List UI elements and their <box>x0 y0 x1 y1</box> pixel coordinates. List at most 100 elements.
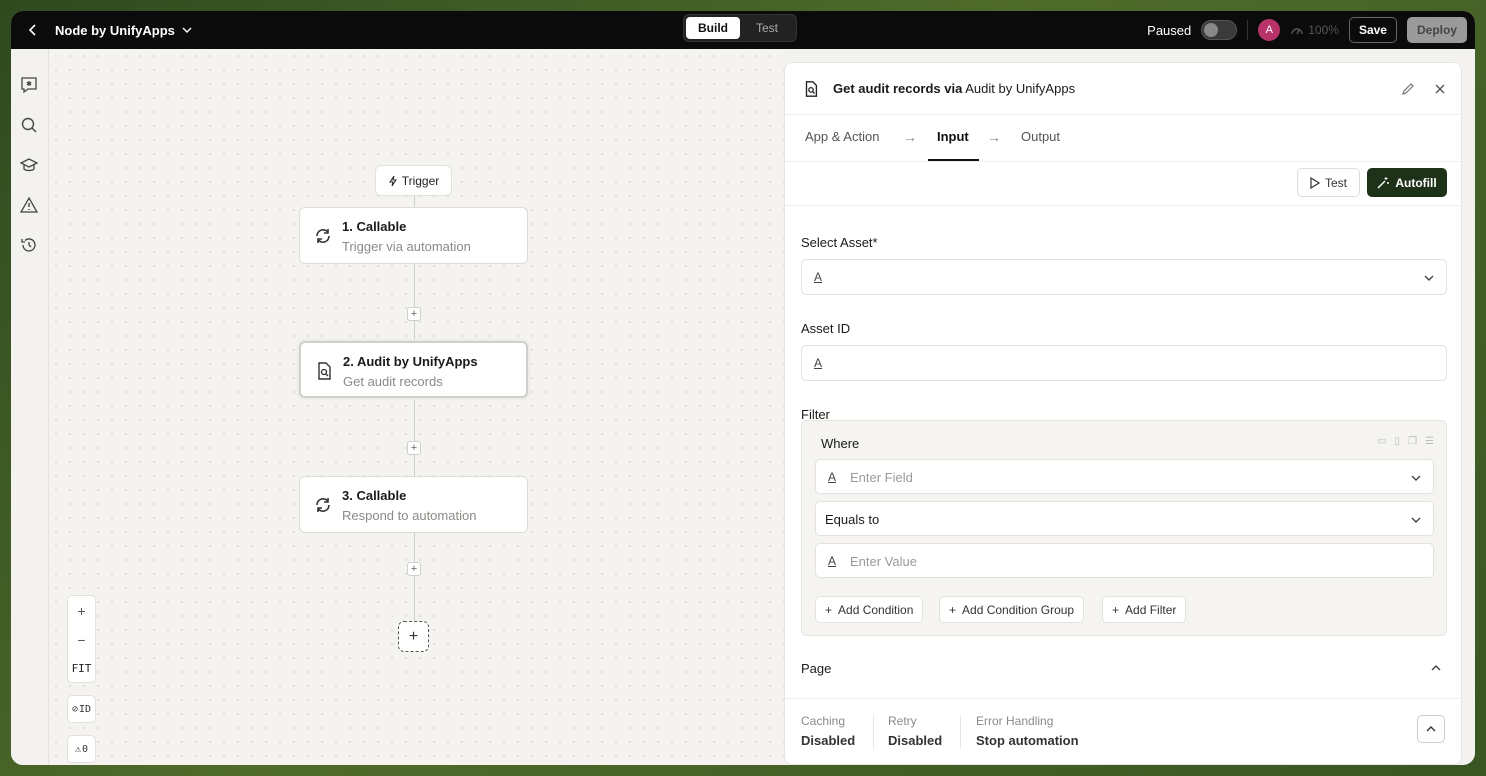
select-asset-label: Select Asset* <box>801 235 878 250</box>
add-condition-group-button[interactable]: + Add Condition Group <box>939 596 1085 623</box>
search-icon[interactable] <box>18 114 40 136</box>
setting-value: Disabled <box>801 733 856 748</box>
enter-field-dropdown[interactable]: A Enter Field <box>815 459 1434 494</box>
zoom-controls: + − FIT <box>67 595 96 683</box>
pencil-icon[interactable] <box>1399 80 1417 98</box>
chevron-up-icon[interactable] <box>1429 661 1443 675</box>
app-window: Node by UnifyApps Build Test Paused A 10… <box>11 11 1475 765</box>
top-bar-right: Paused A 100% Save Deploy <box>1147 11 1467 49</box>
add-final-step-button[interactable]: + <box>398 621 429 652</box>
active-tab-indicator <box>928 159 979 161</box>
workflow-node-1[interactable]: 1. Callable Trigger via automation <box>299 207 528 264</box>
connector-line <box>414 398 415 477</box>
workflow-node-3[interactable]: 3. Callable Respond to automation <box>299 476 528 533</box>
chevron-down-icon <box>1411 475 1421 481</box>
panel-title-app: Audit by UnifyApps <box>965 81 1076 96</box>
id-label: ID <box>78 703 92 715</box>
connector-line <box>414 532 415 621</box>
app-title: Node by UnifyApps <box>55 22 175 38</box>
select-asset-dropdown[interactable]: A <box>801 259 1447 295</box>
panel-actions: Test Autofill <box>785 162 1461 206</box>
operator-dropdown[interactable]: Equals to <box>815 501 1434 536</box>
id-toggle-button[interactable]: ⊘ ID <box>67 695 96 723</box>
deploy-button[interactable]: Deploy <box>1406 17 1467 43</box>
retry-setting[interactable]: Retry Disabled <box>888 714 942 748</box>
trigger-chip[interactable]: Trigger <box>375 165 452 196</box>
divider <box>1247 20 1249 40</box>
divider <box>873 715 874 749</box>
value-placeholder: Enter Value <box>850 554 917 569</box>
add-step-button[interactable]: + <box>407 441 421 455</box>
warning-small-icon: ⚠ <box>74 743 81 755</box>
filter-group-actions: ▭ ▯ ❐ ☰ <box>1377 436 1434 447</box>
enter-value-input[interactable]: A Enter Value <box>815 543 1434 578</box>
warnings-button[interactable]: ⚠ 0 <box>67 735 96 763</box>
tab-app-action[interactable]: App & Action <box>805 129 879 144</box>
paused-toggle[interactable] <box>1201 20 1238 40</box>
add-step-button[interactable]: + <box>407 307 421 321</box>
text-type-icon: A <box>814 270 823 284</box>
status-label: Paused <box>1147 22 1192 38</box>
add-filter-label: Add Filter <box>1125 602 1177 617</box>
autofill-button[interactable]: Autofill <box>1367 168 1447 197</box>
step-config-panel: Get audit records via Audit by UnifyApps… <box>784 62 1462 765</box>
gauge-icon <box>1291 28 1303 35</box>
copy-icon[interactable]: ❐ <box>1408 436 1417 447</box>
close-icon[interactable] <box>1431 80 1449 98</box>
setting-key: Caching <box>801 714 846 728</box>
workflow-node-2[interactable]: 2. Audit by UnifyApps Get audit records <box>299 341 528 398</box>
ai-chat-icon[interactable] <box>18 74 40 96</box>
setting-value: Stop automation <box>976 733 1079 748</box>
text-type-icon: A <box>828 470 837 484</box>
chevron-up-icon <box>1426 726 1436 732</box>
zoom-out-button[interactable]: − <box>68 625 95 654</box>
tab-output[interactable]: Output <box>1021 129 1060 144</box>
add-condition-group-label: Add Condition Group <box>962 602 1075 617</box>
app-title-dropdown[interactable]: Node by UnifyApps <box>55 11 193 49</box>
arrow-right-icon: → <box>903 129 917 145</box>
refresh-icon <box>312 225 334 247</box>
divider <box>960 715 961 749</box>
test-button[interactable]: Test <box>1297 168 1360 197</box>
lightning-icon <box>388 175 397 186</box>
trash-icon[interactable]: ▯ <box>1395 436 1401 447</box>
operator-value: Equals to <box>825 512 880 527</box>
add-step-button[interactable]: + <box>407 562 421 576</box>
error-handling-setting[interactable]: Error Handling Stop automation <box>976 714 1079 748</box>
add-filter-button[interactable]: + Add Filter <box>1102 596 1187 623</box>
setting-key: Retry <box>888 714 917 728</box>
back-icon[interactable] <box>23 20 43 40</box>
zoom-in-button[interactable]: + <box>68 596 95 625</box>
asset-id-label: Asset ID <box>801 321 851 336</box>
play-icon <box>1310 176 1320 189</box>
page-section-label[interactable]: Page <box>801 661 831 676</box>
save-button[interactable]: Save <box>1348 17 1397 43</box>
avatar[interactable]: A <box>1258 19 1281 41</box>
asset-id-input[interactable]: A <box>801 345 1447 381</box>
fit-button[interactable]: FIT <box>68 654 95 683</box>
plus-icon: + <box>1112 602 1120 617</box>
where-label: Where <box>821 436 860 451</box>
mode-build-button[interactable]: Build <box>686 17 740 39</box>
chevron-down-icon <box>1424 275 1434 281</box>
expand-footer-button[interactable] <box>1417 715 1445 743</box>
workflow-canvas[interactable]: Trigger 1. Callable Trigger via automati… <box>49 49 784 765</box>
audit-doc-icon <box>313 360 335 382</box>
panel-header: Get audit records via Audit by UnifyApps <box>785 63 1461 115</box>
magic-wand-icon <box>1377 177 1390 189</box>
graduation-cap-icon[interactable] <box>18 154 40 176</box>
arrow-right-icon: → <box>987 129 1001 145</box>
plus-icon: + <box>825 602 833 617</box>
comment-icon[interactable]: ▭ <box>1377 436 1386 447</box>
tab-input[interactable]: Input <box>937 129 969 144</box>
history-icon[interactable] <box>18 234 40 256</box>
mode-test-button[interactable]: Test <box>740 17 794 39</box>
connector-line <box>414 196 415 207</box>
list-icon[interactable]: ☰ <box>1425 436 1434 447</box>
chevron-down-icon <box>1411 517 1421 523</box>
warning-icon[interactable] <box>18 194 40 216</box>
setting-key: Error Handling <box>976 714 1054 728</box>
caching-setting[interactable]: Caching Disabled <box>801 714 855 748</box>
chevron-down-icon <box>182 27 192 33</box>
add-condition-button[interactable]: + Add Condition <box>815 596 924 623</box>
